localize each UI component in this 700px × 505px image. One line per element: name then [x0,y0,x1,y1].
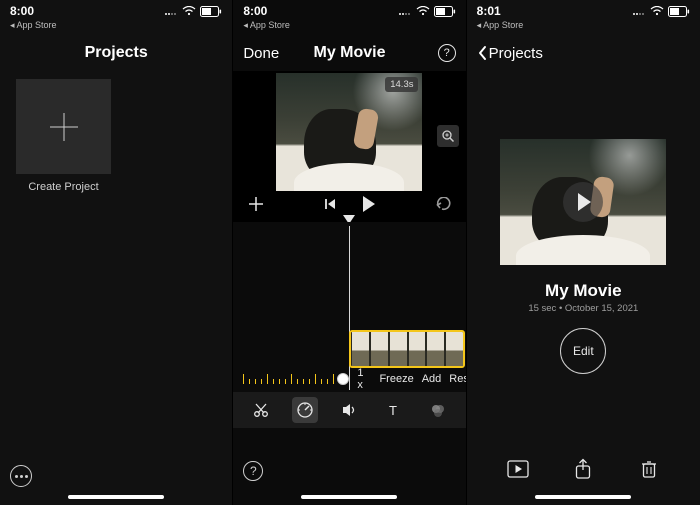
signal-icon [632,7,646,16]
status-bar: 8:00 [0,0,232,20]
status-bar: 8:01 [467,0,700,20]
home-indicator[interactable] [535,495,631,499]
transport-row [233,195,465,213]
back-to-app[interactable]: ◂ App Store [467,20,700,35]
back-projects-button[interactable]: Projects [477,45,543,62]
battery-icon [668,6,690,17]
chevron-left-icon [477,45,488,61]
edit-button[interactable]: Edit [560,328,606,374]
battery-icon [434,6,456,17]
speed-knob[interactable] [337,373,349,385]
status-time: 8:01 [477,4,501,18]
project-title: My Movie [467,281,700,301]
speed-slider[interactable] [243,371,349,387]
wifi-icon [182,6,196,16]
wifi-icon [416,6,430,16]
back-label: Projects [489,45,543,62]
timecode-badge: 14.3s [385,77,418,92]
signal-icon [398,7,412,16]
status-right [632,6,690,17]
create-project-caption: Create Project [16,181,111,193]
filters-tool[interactable] [425,397,451,423]
undo-button[interactable] [434,197,452,211]
play-button[interactable] [363,196,375,212]
play-overlay-button[interactable] [563,182,603,222]
titles-tool[interactable]: T [381,397,407,423]
trash-button[interactable] [634,454,664,484]
help-button-bottom[interactable]: ? [243,461,263,481]
volume-tool[interactable] [336,397,362,423]
plus-icon [46,109,82,145]
status-right [398,6,456,17]
play-project-button[interactable] [503,454,533,484]
home-indicator[interactable] [68,495,164,499]
reset-speed-button[interactable]: Reset [449,373,465,385]
phone-editor: 8:00 ◂ App Store Done My Movie ? 14.3s [233,0,466,505]
home-indicator[interactable] [301,495,397,499]
timeline[interactable]: 1 x Freeze Add Reset T [233,222,465,446]
navbar-title: My Movie [313,44,385,62]
add-speed-button[interactable]: Add [422,373,442,385]
phone-detail: 8:01 ◂ App Store Projects My Movie [467,0,700,505]
svg-text:T: T [389,403,397,418]
zoom-button[interactable] [437,125,459,147]
back-to-app[interactable]: ◂ App Store [0,20,232,35]
status-bar: 8:00 [233,0,465,20]
speed-value: 1 x [357,367,363,391]
phone-projects: 8:00 ◂ App Store Projects Create Project [0,0,233,505]
freeze-button[interactable]: Freeze [379,373,413,385]
status-time: 8:00 [10,4,34,18]
help-button[interactable]: ? [438,44,456,62]
navbar: Projects [467,35,700,71]
cut-tool[interactable] [248,397,274,423]
video-preview[interactable]: 14.3s [276,73,422,191]
speed-tool[interactable] [292,397,318,423]
edit-tools-bar: T [233,392,465,428]
detail-bottom-bar [467,451,700,487]
navbar: Projects [0,35,232,71]
skip-start-button[interactable] [323,197,337,211]
more-button[interactable] [10,465,32,487]
done-button[interactable]: Done [243,45,279,62]
timeline-clip[interactable] [349,330,465,368]
three-phone-layout: 8:00 ◂ App Store Projects Create Project… [0,0,700,505]
navbar: Done My Movie ? [233,35,465,71]
preview-area: 14.3s [233,71,465,224]
create-project-tile[interactable] [16,79,111,174]
status-right [164,6,222,17]
signal-icon [164,7,178,16]
wifi-icon [650,6,664,16]
edit-label: Edit [573,344,594,358]
back-to-app[interactable]: ◂ App Store [233,20,465,35]
play-icon [578,193,591,211]
status-time: 8:00 [243,4,267,18]
detail-preview[interactable] [500,139,666,265]
add-media-button[interactable] [247,195,265,213]
speed-strip: 1 x Freeze Add Reset [233,366,465,392]
share-button[interactable] [568,454,598,484]
navbar-title: Projects [85,44,148,62]
project-subtitle: 15 sec • October 15, 2021 [467,303,700,314]
battery-icon [200,6,222,17]
